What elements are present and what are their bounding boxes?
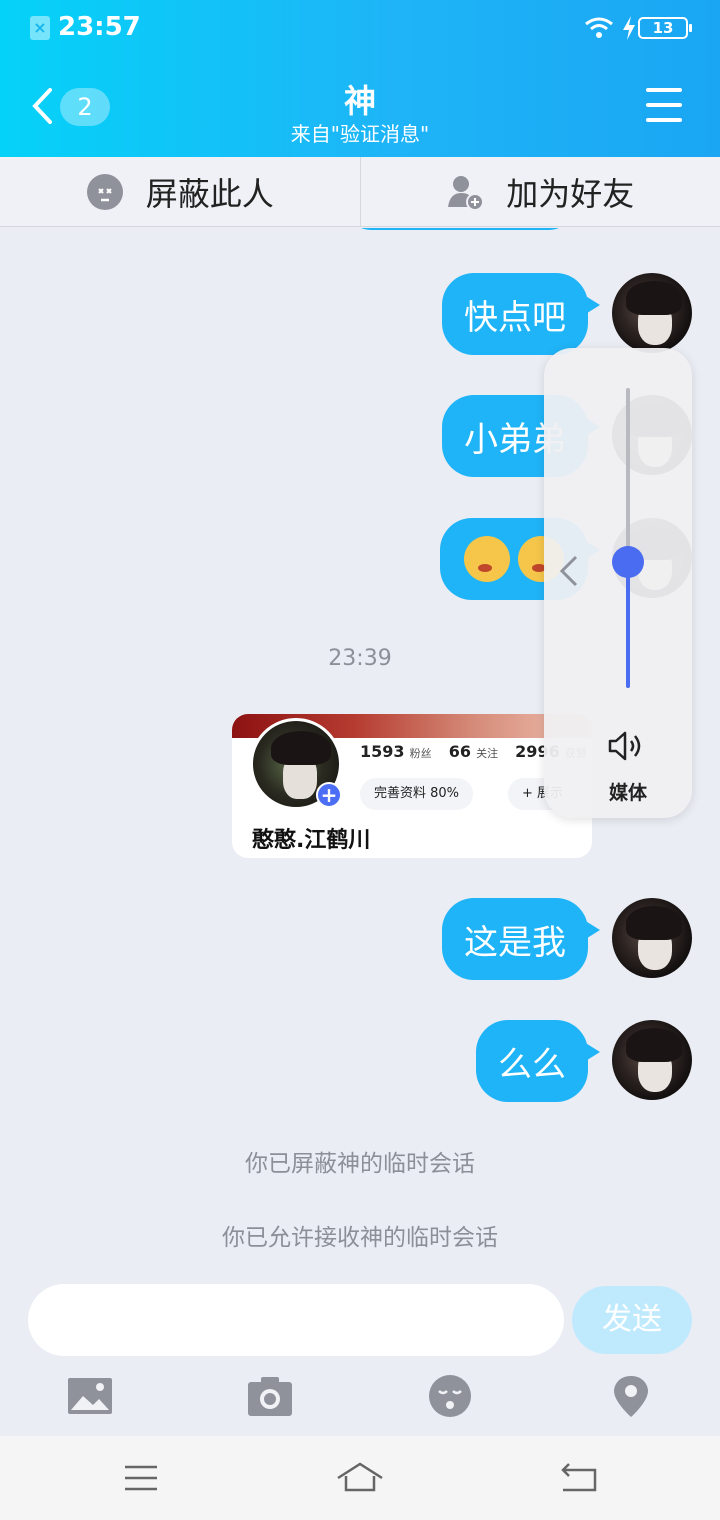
- message-input[interactable]: [28, 1284, 564, 1356]
- emoji-icon[interactable]: [427, 1374, 473, 1418]
- nav-menu-icon[interactable]: [121, 1460, 161, 1496]
- card-name: 憨憨.江鹤川: [252, 828, 371, 853]
- add-friend-button[interactable]: 加为好友: [361, 157, 720, 226]
- system-message: 你已屏蔽神的临时会话: [245, 1151, 475, 1177]
- volume-panel: 媒体: [544, 348, 692, 818]
- profile-card[interactable]: + 1593 粉丝 66 关注 2996 获赞 完善资料 80% + 展示 憨憨…: [232, 714, 592, 858]
- page-title: 神: [343, 82, 376, 120]
- nav-home-icon[interactable]: [336, 1460, 384, 1496]
- volume-knob[interactable]: [612, 546, 644, 578]
- emoji-icon: [464, 536, 510, 582]
- menu-icon[interactable]: [646, 88, 682, 122]
- send-button[interactable]: 发送: [572, 1286, 692, 1354]
- camera-icon[interactable]: [247, 1374, 293, 1418]
- nav-back-icon[interactable]: [559, 1460, 599, 1496]
- charge-icon: [623, 16, 635, 40]
- status-time: 23:57: [58, 12, 141, 42]
- header: × 23:57 13 2 神 来自"验证消息": [0, 0, 720, 157]
- message-bubble[interactable]: 快点吧: [442, 273, 600, 355]
- sim-icon: ×: [30, 16, 50, 40]
- block-user-button[interactable]: 屏蔽此人: [0, 157, 361, 226]
- add-friend-label: 加为好友: [506, 174, 635, 213]
- card-add-icon[interactable]: +: [316, 782, 342, 808]
- card-edit-button[interactable]: 完善资料 80%: [360, 778, 474, 810]
- volume-label: 媒体: [608, 782, 647, 804]
- wifi-icon: [585, 17, 613, 38]
- message-bubble[interactable]: 么么: [476, 1020, 600, 1102]
- message-bubble-partial: [340, 228, 580, 230]
- system-nav-bar: [0, 1436, 720, 1520]
- block-user-label: 屏蔽此人: [145, 174, 274, 213]
- action-bar: 屏蔽此人 加为好友: [0, 157, 720, 227]
- location-icon[interactable]: [608, 1374, 654, 1418]
- block-icon: [86, 173, 123, 210]
- chevron-left-icon[interactable]: [558, 554, 580, 588]
- speaker-icon[interactable]: [606, 730, 648, 762]
- avatar[interactable]: [612, 273, 692, 353]
- avatar[interactable]: [612, 1020, 692, 1100]
- avatar[interactable]: [612, 898, 692, 978]
- page-subtitle: 来自"验证消息": [290, 122, 430, 146]
- volume-slider[interactable]: [626, 388, 630, 688]
- system-message: 你已允许接收神的临时会话: [222, 1225, 498, 1251]
- image-icon[interactable]: [67, 1374, 113, 1418]
- message-bubble[interactable]: 这是我: [442, 898, 600, 980]
- battery-indicator: 13: [638, 17, 692, 39]
- volume-fill: [626, 562, 630, 688]
- add-friend-icon: [448, 175, 485, 211]
